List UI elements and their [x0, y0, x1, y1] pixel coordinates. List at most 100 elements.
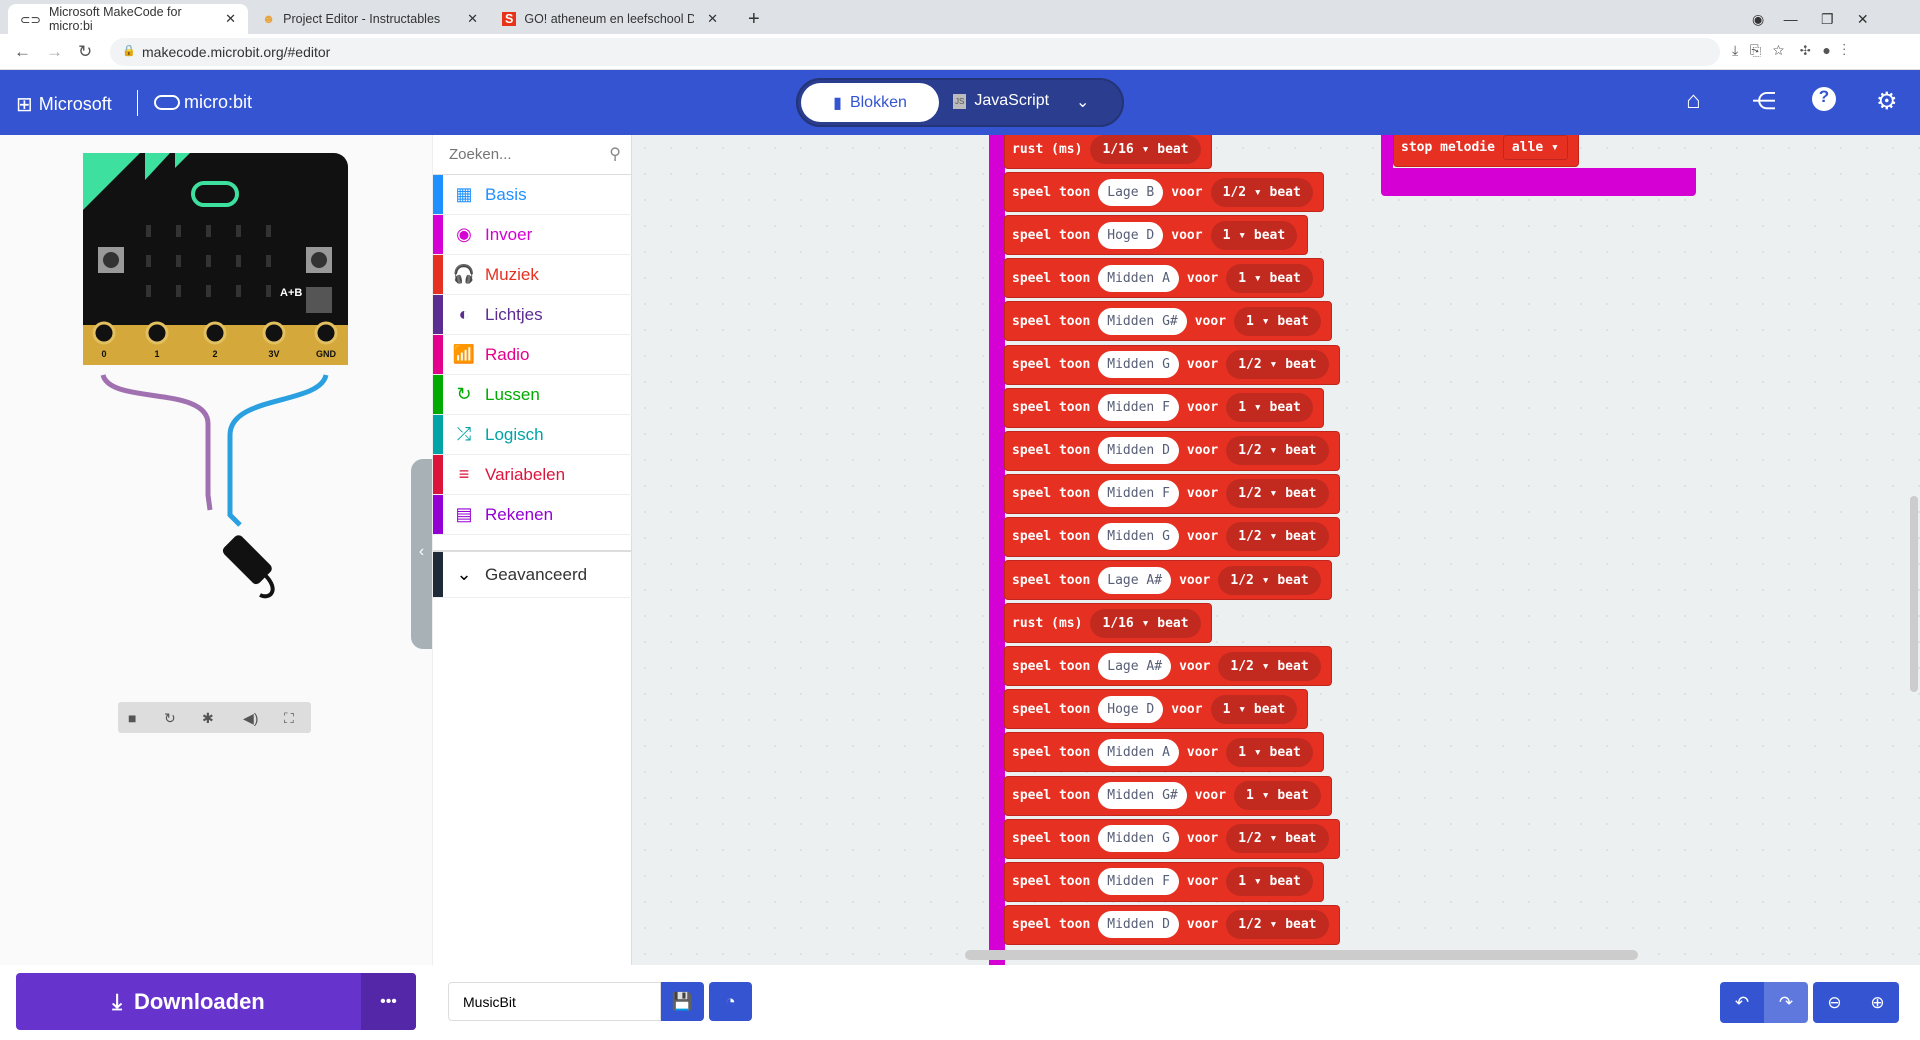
beat-dropdown[interactable]: 1/2 ▾ beat	[1218, 565, 1321, 595]
home-icon[interactable]: ⌂	[1686, 87, 1701, 115]
beat-dropdown[interactable]: 1 ▾ beat	[1226, 393, 1313, 423]
microbit-simulator[interactable]: A+B 0 1 2 3V GND ■ ↻ ✱ ◀) ⛶	[0, 135, 432, 965]
share-icon[interactable]: ⋲	[1752, 87, 1776, 116]
collapse-simulator-button[interactable]: ‹	[411, 459, 432, 649]
play-tone-block[interactable]: speel toon Hoge D voor 1 ▾ beat	[1004, 689, 1309, 730]
play-tone-block[interactable]: speel toon Midden F voor 1 ▾ beat	[1004, 387, 1324, 428]
toolbox-item-invoer[interactable]: ◉ Invoer	[433, 215, 633, 255]
play-tone-block[interactable]: speel toon Hoge D voor 1 ▾ beat	[1004, 215, 1309, 256]
note-field[interactable]: Midden G#	[1098, 307, 1187, 335]
note-field[interactable]: Midden G	[1098, 351, 1179, 378]
play-tone-block[interactable]: speel toon Midden G voor 1/2 ▾ beat	[1004, 344, 1340, 385]
play-tone-block[interactable]: speel toon Midden G voor 1/2 ▾ beat	[1004, 516, 1340, 557]
note-field[interactable]: Midden F	[1098, 394, 1179, 422]
beat-dropdown[interactable]: 1 ▾ beat	[1226, 867, 1313, 897]
new-tab-button[interactable]: +	[736, 4, 772, 34]
play-tone-block[interactable]: speel toon Midden A voor 1 ▾ beat	[1004, 732, 1324, 773]
play-tone-block[interactable]: speel toon Lage B voor 1/2 ▾ beat	[1004, 172, 1324, 213]
note-field[interactable]: Midden G#	[1098, 782, 1187, 809]
blocks-workspace[interactable]: rust (ms) 1/16 ▾ beat speel toon Lage B voor…	[632, 135, 1920, 965]
close-icon[interactable]: ✕	[707, 11, 718, 27]
toolbox-item-advanced[interactable]: ⌄ Geavanceerd	[433, 550, 633, 598]
tab-javascript[interactable]: JS JavaScript	[953, 92, 1049, 110]
play-tone-block[interactable]: speel toon Lage A# voor 1/2 ▾ beat	[1004, 560, 1332, 600]
play-tone-block[interactable]: speel toon Midden D voor 1/2 ▾ beat	[1004, 904, 1340, 945]
play-tone-block[interactable]: speel toon Midden G# voor 1 ▾ beat	[1004, 775, 1332, 816]
note-field[interactable]: Midden F	[1098, 868, 1179, 896]
reload-icon[interactable]: ↻	[78, 42, 92, 62]
github-button[interactable]: ◔	[709, 982, 752, 1021]
play-tone-block[interactable]: speel toon Midden F voor 1 ▾ beat	[1004, 861, 1324, 902]
undo-button[interactable]: ↶	[1720, 982, 1764, 1023]
more-options-button[interactable]: •••	[361, 973, 416, 1030]
loop-block-body[interactable]	[989, 135, 1005, 965]
project-name-input[interactable]	[448, 982, 661, 1021]
toolbox-item-logisch[interactable]: ⤮ Logisch	[433, 415, 633, 455]
beat-dropdown[interactable]: 1 ▾ beat	[1210, 694, 1298, 724]
save-button[interactable]: 💾	[661, 982, 704, 1021]
beat-dropdown[interactable]: 1 ▾ beat	[1234, 781, 1321, 810]
beat-dropdown[interactable]: 1/2 ▾ beat	[1226, 522, 1329, 552]
close-icon[interactable]: ✕	[467, 11, 478, 27]
url-field[interactable]: 🔒 makecode.microbit.org/#editor	[110, 38, 1720, 66]
beat-dropdown[interactable]: 1/2 ▾ beat	[1226, 350, 1329, 379]
rest-block[interactable]: rust (ms) 1/16 ▾ beat	[1004, 603, 1212, 644]
tab-instructables[interactable]: ☻ Project Editor - Instructables ✕	[250, 4, 490, 34]
beat-dropdown[interactable]: 1/2 ▾ beat	[1226, 824, 1329, 854]
note-field[interactable]: Midden G	[1098, 825, 1179, 853]
beat-dropdown[interactable]: 1 ▾ beat	[1234, 306, 1321, 336]
play-tone-block[interactable]: speel toon Midden A voor 1 ▾ beat	[1004, 258, 1324, 299]
toolbox-item-radio[interactable]: 📶 Radio	[433, 335, 633, 375]
tab-makecode[interactable]: ⊂⊃ Microsoft MakeCode for micro:bi ✕	[8, 4, 248, 34]
beat-dropdown[interactable]: 1/2 ▾ beat	[1226, 436, 1329, 466]
beat-dropdown[interactable]: 1/2 ▾ beat	[1218, 651, 1321, 681]
beat-dropdown[interactable]: 1/16 ▾ beat	[1090, 135, 1201, 164]
search-box[interactable]: ⚲	[433, 135, 633, 175]
settings-icon[interactable]: ⚙	[1876, 87, 1898, 116]
zoom-in-button[interactable]: ⊕	[1856, 982, 1899, 1023]
play-tone-block[interactable]: speel toon Midden D voor 1/2 ▾ beat	[1004, 430, 1340, 471]
note-field[interactable]: Midden A	[1098, 738, 1179, 766]
note-field[interactable]: Midden F	[1098, 480, 1179, 508]
play-tone-block[interactable]: speel toon Midden F voor 1/2 ▾ beat	[1004, 473, 1340, 514]
toolbox-item-muziek[interactable]: 🎧 Muziek	[433, 255, 633, 295]
zoom-out-button[interactable]: ⊖	[1813, 982, 1856, 1023]
stop-dropdown[interactable]: alle ▾	[1502, 135, 1568, 160]
vertical-scrollbar[interactable]	[1910, 496, 1918, 692]
window-controls[interactable]: ◉ — ❐ ✕	[1740, 4, 1881, 34]
note-field[interactable]: Hoge D	[1098, 221, 1164, 249]
horizontal-scrollbar[interactable]	[965, 950, 1638, 960]
note-field[interactable]: Lage A#	[1098, 652, 1172, 680]
beat-dropdown[interactable]: 1 ▾ beat	[1210, 220, 1298, 250]
close-icon[interactable]: ✕	[225, 11, 236, 27]
stop-melody-block[interactable]: stop melodie alle ▾	[1393, 135, 1579, 167]
play-tone-block[interactable]: speel toon Midden G# voor 1 ▾ beat	[1004, 301, 1332, 342]
toolbox-item-variabelen[interactable]: ≡ Variabelen	[433, 455, 633, 495]
beat-dropdown[interactable]: 1/2 ▾ beat	[1210, 177, 1313, 207]
beat-dropdown[interactable]: 1 ▾ beat	[1226, 737, 1313, 767]
search-input[interactable]	[433, 135, 593, 173]
beat-dropdown[interactable]: 1 ▾ beat	[1226, 263, 1313, 293]
forward-icon[interactable]: →	[46, 42, 63, 62]
tab-school[interactable]: S GO! atheneum en leefschool De ✕	[490, 4, 730, 34]
download-button[interactable]: ⤓ Downloaden •••	[16, 973, 416, 1030]
toolbox-item-lichtjes[interactable]: ◐ Lichtjes	[433, 295, 633, 335]
redo-button[interactable]: ↷	[1764, 982, 1808, 1023]
note-field[interactable]: Midden G	[1098, 523, 1179, 551]
note-field[interactable]: Midden D	[1098, 437, 1179, 465]
tab-blocks[interactable]: ▮ Blokken	[801, 83, 939, 122]
note-field[interactable]: Lage B	[1098, 178, 1164, 206]
extension-icons[interactable]: ⤓ ⎘ ☆ ✣ ● ⋮	[1732, 42, 1846, 59]
note-field[interactable]: Lage A#	[1098, 566, 1172, 594]
toolbox-item-basis[interactable]: ▦ Basis	[433, 175, 633, 215]
beat-dropdown[interactable]: 1/2 ▾ beat	[1226, 479, 1329, 509]
microsoft-logo[interactable]: ⊞ Microsoft	[16, 92, 112, 117]
play-tone-block[interactable]: speel toon Midden G voor 1/2 ▾ beat	[1004, 818, 1340, 859]
beat-dropdown[interactable]: 1/2 ▾ beat	[1226, 910, 1329, 940]
note-field[interactable]: Hoge D	[1098, 695, 1164, 723]
note-field[interactable]: Midden D	[1098, 911, 1179, 939]
back-icon[interactable]: ←	[14, 42, 31, 62]
rest-block[interactable]: rust (ms) 1/16 ▾ beat	[1004, 135, 1212, 169]
play-tone-block[interactable]: speel toon Lage A# voor 1/2 ▾ beat	[1004, 646, 1332, 687]
microbit-logo[interactable]: micro:bit	[154, 92, 252, 113]
